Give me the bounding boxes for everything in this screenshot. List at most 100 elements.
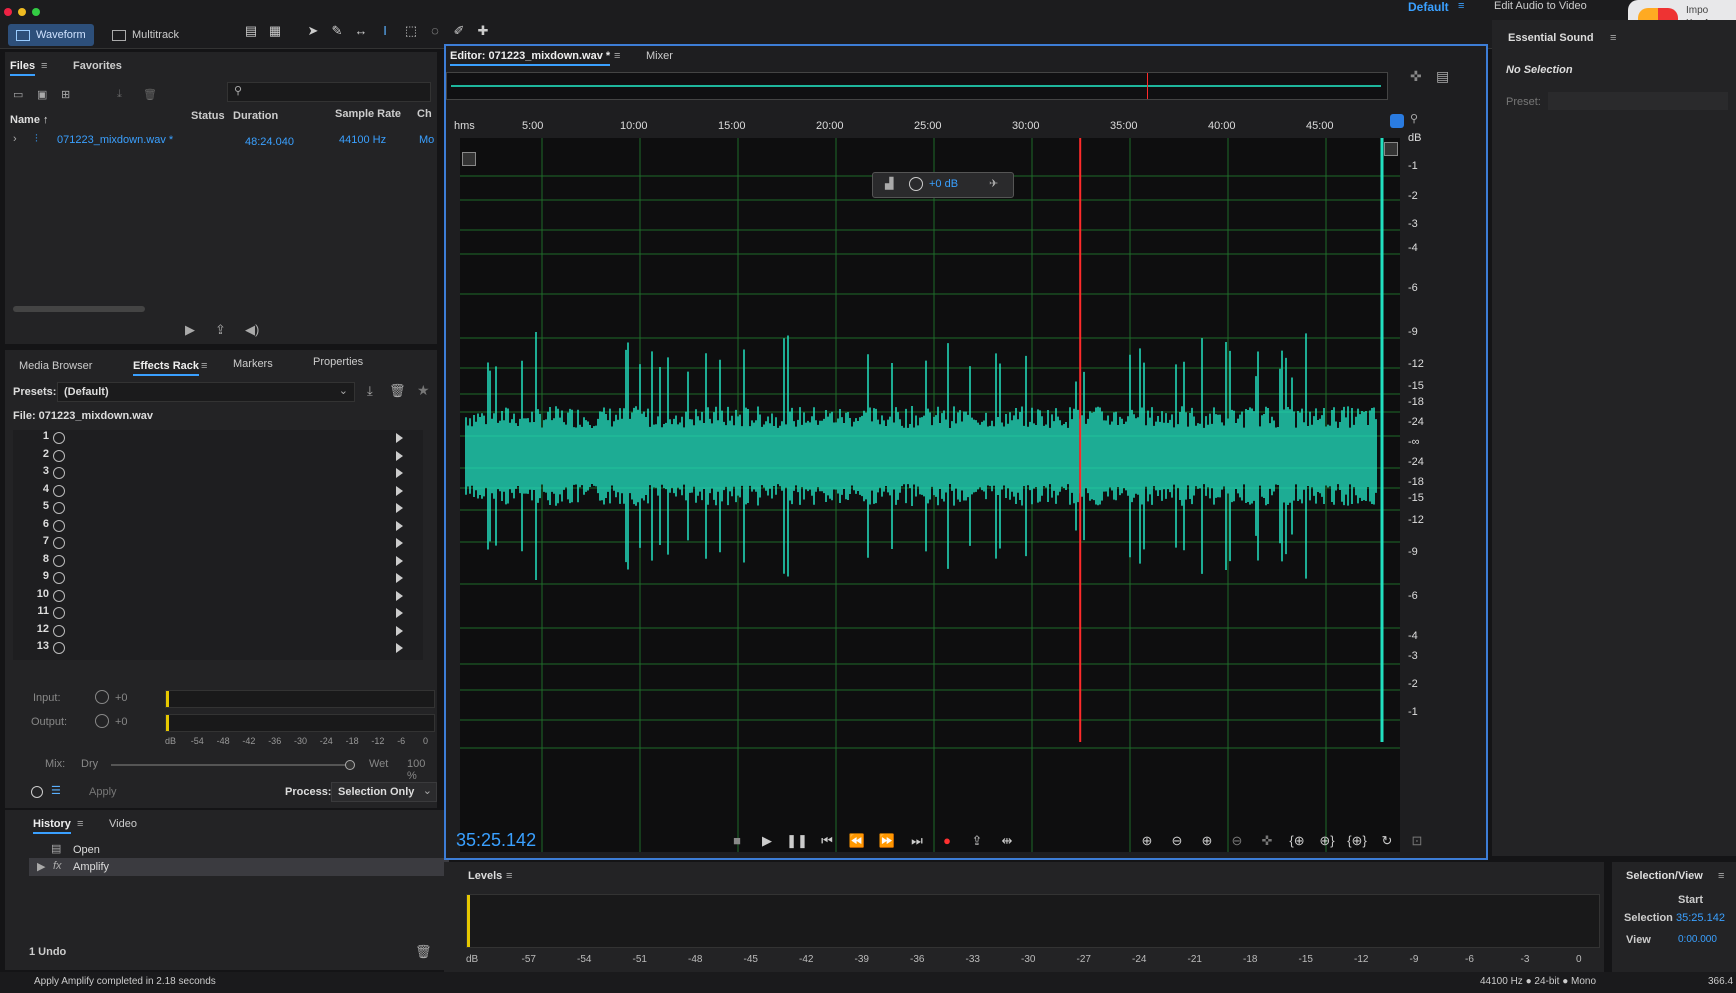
column-channels[interactable]: Ch: [417, 108, 432, 120]
rack-list-icon[interactable]: ☰: [51, 784, 61, 797]
save-file-icon[interactable]: ⤓: [117, 88, 122, 101]
effect-slot[interactable]: 10: [13, 588, 423, 607]
minimize-window-icon[interactable]: [18, 8, 26, 16]
slip-tool-icon[interactable]: ↔: [350, 20, 372, 42]
slot-power-icon[interactable]: [53, 537, 65, 549]
editor-menu-icon[interactable]: ≡: [614, 50, 620, 62]
skip-back-icon[interactable]: ⏮: [816, 830, 838, 852]
effect-slot[interactable]: 3: [13, 465, 423, 484]
maximize-window-icon[interactable]: [32, 8, 40, 16]
stop-icon[interactable]: ■: [726, 830, 748, 852]
fade-out-handle[interactable]: [1384, 142, 1398, 156]
column-duration[interactable]: Duration: [233, 110, 278, 122]
column-name[interactable]: Name ↑: [10, 114, 49, 126]
effect-slot[interactable]: 8: [13, 553, 423, 572]
slot-arrow-icon[interactable]: [396, 625, 403, 636]
history-menu-icon[interactable]: ≡: [77, 818, 83, 830]
import-file-icon[interactable]: ▣: [37, 88, 47, 101]
history-item-selected[interactable]: ▶ fx Amplify: [29, 858, 449, 876]
close-window-icon[interactable]: [4, 8, 12, 16]
tab-history[interactable]: History: [33, 818, 71, 834]
zoom-in-point-icon[interactable]: {⊕: [1286, 830, 1308, 852]
column-status[interactable]: Status: [191, 110, 225, 122]
slot-power-icon[interactable]: [53, 572, 65, 584]
tab-properties[interactable]: Properties: [313, 356, 363, 368]
brush-tool-icon[interactable]: ✐: [448, 20, 470, 42]
slot-power-icon[interactable]: [53, 502, 65, 514]
slot-power-icon[interactable]: [53, 554, 65, 567]
slot-arrow-icon[interactable]: [396, 485, 403, 496]
save-preset-icon[interactable]: ⤓: [367, 383, 373, 399]
slot-arrow-icon[interactable]: [396, 555, 403, 566]
input-knob[interactable]: [95, 690, 109, 704]
slot-arrow-icon[interactable]: [396, 573, 403, 583]
time-selection-tool-icon[interactable]: I: [374, 20, 396, 42]
slot-arrow-icon[interactable]: [396, 433, 403, 443]
workspace-name[interactable]: Default: [1408, 0, 1449, 14]
tab-effects-rack[interactable]: Effects Rack: [133, 360, 200, 376]
essential-preset-select[interactable]: [1548, 92, 1728, 110]
open-file-icon[interactable]: ▭: [13, 88, 23, 101]
zoom-in-amplitude-icon[interactable]: ⊕: [1136, 830, 1158, 852]
slot-power-icon[interactable]: [53, 589, 65, 602]
rack-power-icon[interactable]: [31, 786, 43, 798]
zoom-in-time-icon[interactable]: ⊕: [1196, 830, 1218, 852]
slot-arrow-icon[interactable]: [396, 520, 403, 531]
column-sample-rate[interactable]: Sample Rate: [335, 108, 401, 120]
selection-view-menu-icon[interactable]: ≡: [1718, 870, 1724, 882]
files-scrollbar[interactable]: [13, 306, 145, 312]
mix-slider-handle[interactable]: [345, 760, 355, 770]
delete-preset-icon[interactable]: 🗑: [389, 383, 406, 399]
tab-media-browser[interactable]: Media Browser: [19, 360, 92, 372]
effect-slot[interactable]: 7: [13, 535, 423, 554]
effect-slot[interactable]: 6: [13, 518, 423, 537]
spot-healing-icon[interactable]: ✚: [472, 20, 494, 42]
slot-power-icon[interactable]: [53, 519, 65, 532]
files-menu-icon[interactable]: ≡: [41, 60, 47, 72]
files-search-input[interactable]: ⚲: [227, 82, 431, 102]
skip-forward-icon[interactable]: ⏭: [906, 830, 928, 852]
slot-arrow-icon[interactable]: [396, 608, 403, 618]
slot-power-icon[interactable]: [53, 484, 65, 497]
tab-favorites[interactable]: Favorites: [73, 60, 122, 72]
loop-icon[interactable]: ⇪: [966, 830, 988, 852]
slot-arrow-icon[interactable]: [396, 643, 403, 653]
hud-volume[interactable]: ▟ +0 dB ✈: [872, 172, 1014, 198]
history-item[interactable]: ▤ Open: [29, 840, 449, 858]
slot-arrow-icon[interactable]: [396, 590, 403, 601]
pause-icon[interactable]: ❚❚: [786, 830, 808, 852]
time-ruler[interactable]: hms 5:00 10:00 15:00 20:00 25:00 30:00 35:00 40…: [452, 118, 1392, 138]
clear-history-icon[interactable]: 🗑: [415, 944, 432, 960]
zoom-selection-icon[interactable]: {⊕}: [1346, 830, 1368, 852]
effects-menu-icon[interactable]: ≡: [201, 360, 207, 372]
waveform-mode-button[interactable]: Waveform: [8, 24, 94, 46]
preview-export-icon[interactable]: ⇪: [215, 322, 226, 338]
file-row[interactable]: › ⫶ 071223_mixdown.wav * 48:24.040 44100…: [5, 132, 437, 150]
zoom-full-icon[interactable]: ✜: [1256, 830, 1278, 852]
view-start-value[interactable]: 0:00.000: [1678, 934, 1717, 945]
slot-arrow-icon[interactable]: [396, 503, 403, 513]
effect-slot[interactable]: 12: [13, 623, 423, 642]
waveform-canvas[interactable]: ▟ +0 dB ✈: [460, 138, 1400, 852]
zoom-out-amplitude-icon[interactable]: ⊖: [1166, 830, 1188, 852]
mix-slider[interactable]: [111, 760, 355, 770]
effect-slot[interactable]: 11: [13, 605, 423, 624]
editor-tab[interactable]: Editor: 071223_mixdown.wav *: [450, 50, 611, 66]
effect-slot[interactable]: 4: [13, 483, 423, 502]
slot-arrow-icon[interactable]: [396, 450, 403, 461]
process-select[interactable]: Selection Only ⌄: [331, 782, 437, 802]
zoom-out-time-icon[interactable]: ⊖: [1226, 830, 1248, 852]
skip-selection-icon[interactable]: ⇹: [996, 830, 1018, 852]
apply-button[interactable]: Apply: [89, 786, 117, 798]
slot-power-icon[interactable]: [53, 432, 65, 444]
favorite-star-icon[interactable]: ★: [417, 382, 430, 399]
output-knob[interactable]: [95, 714, 109, 728]
marker-pin-icon[interactable]: ⚲: [1410, 112, 1418, 125]
razor-tool-icon[interactable]: ✎: [326, 20, 348, 42]
edit-audio-to-video-label[interactable]: Edit Audio to Video: [1494, 0, 1587, 12]
record-icon[interactable]: ●: [936, 830, 958, 852]
slot-arrow-icon[interactable]: [396, 468, 403, 478]
effect-slot[interactable]: 5: [13, 500, 423, 519]
workspace-menu-icon[interactable]: ≡: [1458, 0, 1464, 12]
selection-start-value[interactable]: 35:25.142: [1676, 912, 1725, 924]
